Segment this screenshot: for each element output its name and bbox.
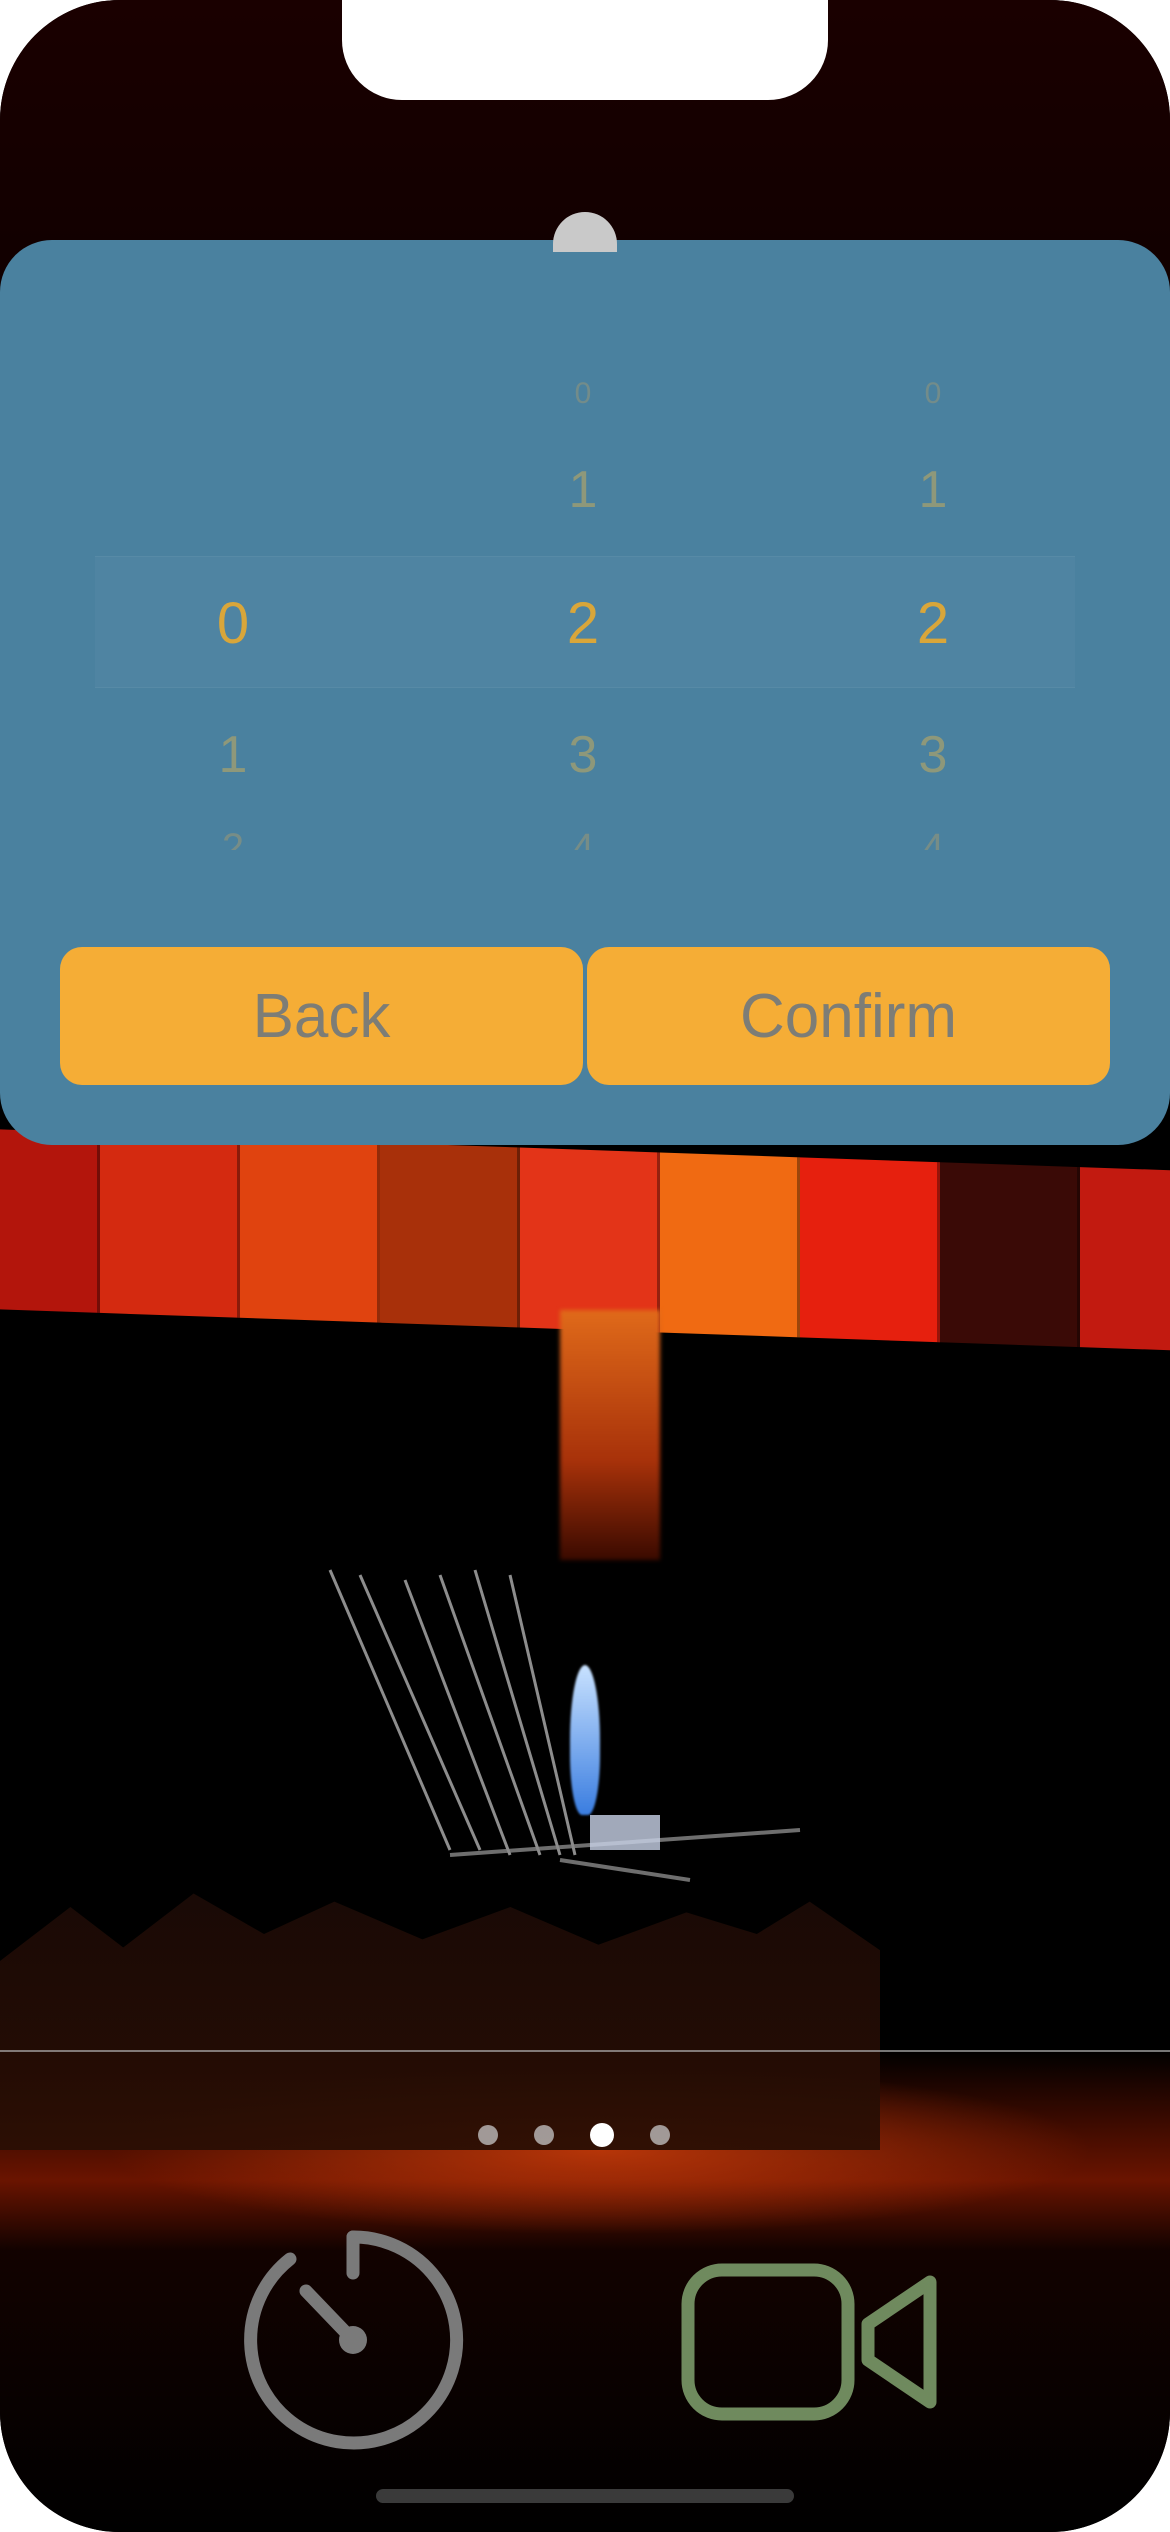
page-dot[interactable] xyxy=(478,2125,498,2145)
time-picker-sheet: 0 1 2 0 1 2 3 4 0 1 2 3 4 Back Confirm xyxy=(0,240,1170,1145)
picker-column-seconds[interactable]: 0 1 2 3 4 xyxy=(758,240,1108,890)
picker-selected-value: 2 xyxy=(916,591,950,656)
picker-value: 3 xyxy=(568,726,598,784)
page-dot[interactable] xyxy=(534,2125,554,2145)
timer-icon[interactable] xyxy=(238,2225,468,2455)
picker-value: 1 xyxy=(918,461,948,519)
page-dot[interactable] xyxy=(650,2125,670,2145)
device-notch xyxy=(342,0,828,100)
picker-column-minutes[interactable]: 0 1 2 3 4 xyxy=(408,240,758,890)
picker-selected-value: 2 xyxy=(566,591,600,656)
page-dot-active[interactable] xyxy=(590,2123,614,2147)
picker-value: 0 xyxy=(924,377,942,410)
confirm-button[interactable]: Confirm xyxy=(587,947,1110,1085)
page-indicator[interactable] xyxy=(478,2122,698,2148)
picker-value: 4 xyxy=(571,826,595,850)
video-camera-icon[interactable] xyxy=(680,2262,942,2422)
picker-value: 1 xyxy=(568,461,598,519)
video-scrubber-line[interactable] xyxy=(0,2050,1170,2052)
back-button[interactable]: Back xyxy=(60,947,583,1085)
picker-value: 0 xyxy=(574,377,592,410)
picker-value: 4 xyxy=(921,826,945,850)
picker-value: 1 xyxy=(218,726,248,784)
app-screen: 0 1 2 0 1 2 3 4 0 1 2 3 4 Back Confirm xyxy=(0,0,1170,2532)
picker-value: 3 xyxy=(918,726,948,784)
picker-selected-value: 0 xyxy=(216,591,250,656)
home-indicator xyxy=(376,2489,794,2503)
picker-column-hours[interactable]: 0 1 2 xyxy=(58,240,408,890)
picker-value: 2 xyxy=(221,826,245,850)
